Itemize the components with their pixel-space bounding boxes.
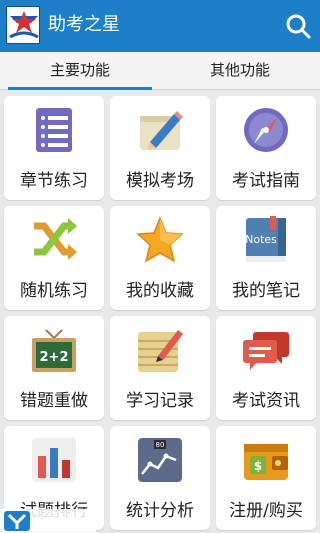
tile-exam-news[interactable]: 考试资讯 — [216, 316, 316, 420]
tile-chapter-practice[interactable]: 章节练习 — [4, 96, 104, 200]
tile-label: 我的笔记 — [232, 281, 300, 301]
search-button[interactable] — [284, 12, 312, 40]
star-icon — [136, 216, 184, 263]
pencil-paper-icon — [140, 111, 183, 150]
tile-my-notes[interactable]: Notes 我的笔记 — [216, 206, 316, 310]
tile-label: 随机练习 — [20, 281, 88, 301]
tile-label: 错题重做 — [20, 391, 88, 411]
bar-chart-icon — [32, 438, 76, 482]
tile-label: 统计分析 — [126, 501, 194, 521]
tab-main-functions[interactable]: 主要功能 — [0, 52, 160, 90]
wallet-currency: $ — [254, 459, 262, 473]
line-chart-icon: 80 — [138, 438, 182, 482]
search-icon — [286, 14, 311, 39]
tile-random-practice[interactable]: 随机练习 — [4, 206, 104, 310]
compass-icon — [244, 108, 288, 152]
tile-register-purchase[interactable]: $ 注册/购买 — [216, 426, 316, 530]
document-list-icon — [36, 108, 72, 152]
shuffle-icon — [34, 218, 77, 260]
notebook-icon: Notes — [245, 216, 286, 262]
tab-other-functions[interactable]: 其他功能 — [160, 52, 320, 90]
tile-redo-mistakes[interactable]: 2+2 错题重做 — [4, 316, 104, 420]
statistics-value: 80 — [156, 441, 165, 449]
tile-label: 模拟考场 — [126, 171, 194, 191]
tab-bar: 主要功能 其他功能 — [0, 52, 320, 90]
tile-label: 章节练习 — [20, 171, 88, 191]
app-title: 助考之星 — [48, 14, 120, 35]
app-bar: 助考之星 — [0, 0, 320, 52]
watermark — [0, 509, 96, 533]
tile-label: 考试指南 — [232, 171, 300, 191]
tile-exam-guide[interactable]: 考试指南 — [216, 96, 316, 200]
chat-bubbles-icon — [243, 332, 289, 370]
tile-label: 我的收藏 — [126, 281, 194, 301]
tile-study-records[interactable]: 学习记录 — [110, 316, 210, 420]
notepad-pencil-icon — [138, 330, 183, 372]
notebook-text: Notes — [245, 233, 277, 246]
chalkboard-icon: 2+2 — [32, 329, 76, 372]
chalkboard-text: 2+2 — [40, 350, 69, 365]
tile-label: 考试资讯 — [232, 391, 300, 411]
app-logo-icon — [6, 6, 40, 44]
tile-mock-exam[interactable]: 模拟考场 — [110, 96, 210, 200]
tile-label: 注册/购买 — [229, 501, 303, 521]
watermark-logo-icon — [4, 511, 30, 531]
tile-my-favorites[interactable]: 我的收藏 — [110, 206, 210, 310]
tile-statistics[interactable]: 80 统计分析 — [110, 426, 210, 530]
tile-label: 学习记录 — [126, 391, 194, 411]
wallet-icon: $ — [244, 444, 288, 480]
